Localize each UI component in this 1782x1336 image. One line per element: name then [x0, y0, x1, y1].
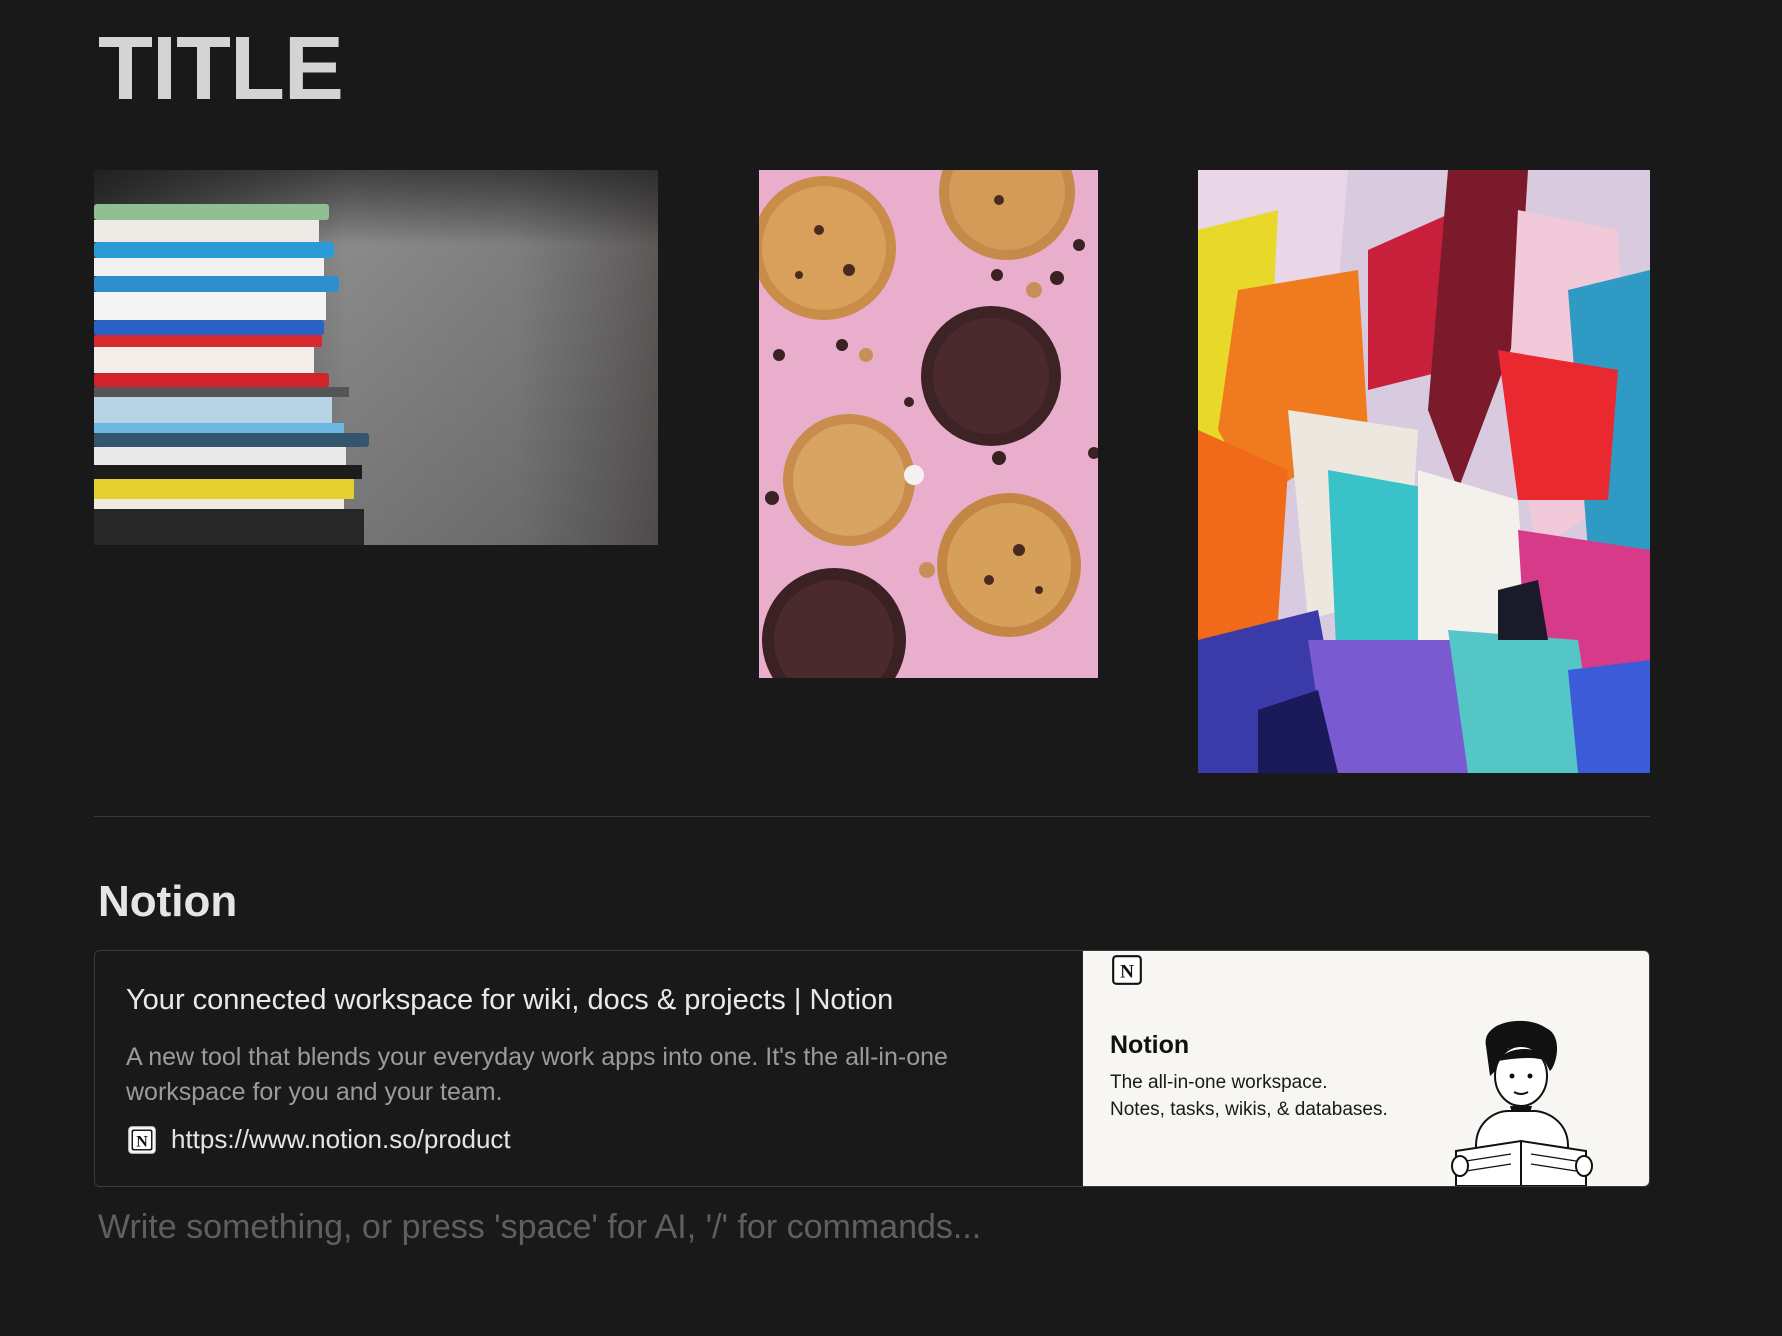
- bookmark-link[interactable]: N https://www.notion.so/product: [126, 1124, 1052, 1156]
- gallery-image-paint[interactable]: [1198, 170, 1650, 773]
- editor-placeholder[interactable]: Write something, or press 'space' for AI…: [98, 1208, 981, 1247]
- svg-text:N: N: [1120, 961, 1134, 982]
- bookmark-description: A new tool that blends your everyday wor…: [126, 1042, 948, 1106]
- reading-person-illustration: [1446, 1016, 1606, 1186]
- notion-logo-icon: N: [1110, 953, 1144, 987]
- bookmark-preview-image: N Notion The all-in-one workspace. Notes…: [1082, 951, 1649, 1186]
- gallery-image-cookies[interactable]: [759, 170, 1098, 678]
- svg-text:N: N: [136, 1133, 148, 1150]
- notion-logo-icon: N: [126, 1124, 158, 1156]
- bookmark-text: Your connected workspace for wiki, docs …: [95, 951, 1082, 1186]
- page-title[interactable]: TITLE: [98, 20, 344, 119]
- divider: [94, 816, 1650, 817]
- preview-title: Notion: [1110, 1031, 1190, 1059]
- bookmark-card[interactable]: Your connected workspace for wiki, docs …: [94, 950, 1650, 1187]
- section-heading[interactable]: Notion: [98, 877, 237, 928]
- gallery-image-books[interactable]: [94, 170, 658, 545]
- preview-subtitle: Notes, tasks, wikis, & databases.: [1110, 1099, 1388, 1120]
- bookmark-url[interactable]: https://www.notion.so/product: [171, 1124, 511, 1155]
- bookmark-title: Your connected workspace for wiki, docs …: [126, 984, 894, 1016]
- preview-tagline: The all-in-one workspace.: [1110, 1072, 1328, 1093]
